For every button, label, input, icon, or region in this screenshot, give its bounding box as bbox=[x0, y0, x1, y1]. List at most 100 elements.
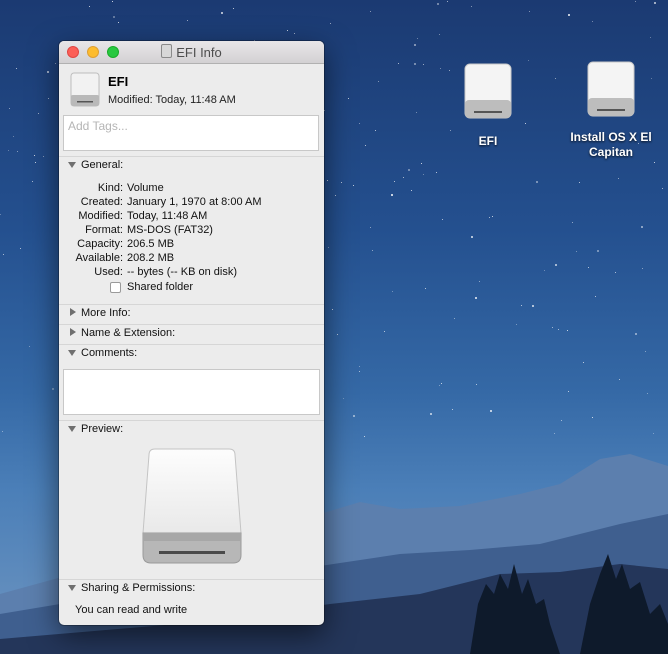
star bbox=[582, 362, 584, 364]
star bbox=[12, 136, 14, 138]
desktop-icon-label: EFI bbox=[478, 134, 498, 148]
star bbox=[335, 195, 337, 197]
star bbox=[614, 272, 616, 274]
star bbox=[579, 182, 581, 184]
row-value: MS-DOS (FAT32) bbox=[127, 224, 213, 236]
item-name: EFI bbox=[108, 74, 129, 89]
preview-label: Preview: bbox=[81, 423, 124, 435]
name-extension-header[interactable]: Name & Extension: bbox=[59, 325, 324, 343]
comments-field[interactable] bbox=[63, 369, 320, 415]
star bbox=[452, 408, 454, 410]
star bbox=[7, 149, 9, 151]
general-row-capacity: Capacity: 206.5 MB bbox=[59, 237, 324, 251]
star bbox=[19, 248, 21, 250]
sharing-label: Sharing & Permissions: bbox=[81, 582, 196, 594]
row-value: 206.5 MB bbox=[127, 238, 175, 250]
star bbox=[662, 187, 664, 189]
star bbox=[370, 10, 372, 12]
star bbox=[54, 63, 56, 65]
star bbox=[470, 6, 472, 8]
general-row-kind: Kind: Volume bbox=[59, 181, 324, 195]
desktop-icon-efi[interactable]: EFI bbox=[438, 62, 538, 148]
section-name-extension: Name & Extension: bbox=[59, 324, 324, 343]
star bbox=[407, 169, 410, 172]
section-comments: Comments: bbox=[59, 344, 324, 363]
title-bar[interactable]: EFI Info bbox=[59, 41, 324, 64]
tags-input[interactable] bbox=[66, 118, 310, 134]
info-window[interactable]: EFI Info EFI Modified: Today, 11:48 AM G… bbox=[59, 41, 324, 625]
star bbox=[37, 112, 39, 114]
star bbox=[491, 216, 493, 218]
star bbox=[358, 122, 360, 124]
star bbox=[567, 13, 570, 16]
star bbox=[352, 414, 355, 417]
star bbox=[490, 409, 493, 412]
disclosure-triangle-open-icon[interactable] bbox=[68, 426, 76, 432]
external-drive-icon bbox=[464, 63, 512, 119]
disclosure-triangle-open-icon[interactable] bbox=[68, 585, 76, 591]
row-key: Kind: bbox=[97, 182, 123, 194]
star bbox=[652, 432, 654, 434]
row-key: Available: bbox=[75, 252, 124, 264]
row-key: Created: bbox=[80, 196, 123, 208]
row-key: Capacity: bbox=[77, 238, 123, 250]
star bbox=[617, 177, 619, 179]
section-more-info: More Info: bbox=[59, 304, 324, 323]
disclosure-triangle-open-icon[interactable] bbox=[68, 162, 76, 168]
star bbox=[112, 16, 115, 19]
star bbox=[441, 382, 443, 384]
star bbox=[425, 288, 427, 290]
star bbox=[330, 22, 331, 24]
star bbox=[646, 393, 648, 395]
section-general: General: bbox=[59, 156, 324, 175]
star bbox=[340, 181, 342, 183]
star bbox=[597, 250, 600, 253]
star bbox=[8, 107, 10, 109]
row-value: Volume bbox=[127, 182, 164, 194]
star bbox=[439, 384, 441, 386]
star bbox=[536, 181, 539, 184]
comments-textarea[interactable] bbox=[64, 370, 319, 414]
star bbox=[358, 365, 360, 367]
section-sharing-permissions: Sharing & Permissions: bbox=[59, 579, 324, 598]
star bbox=[566, 330, 568, 332]
star bbox=[402, 176, 404, 178]
disclosure-triangle-closed-icon[interactable] bbox=[70, 308, 76, 316]
star bbox=[375, 129, 377, 131]
general-header[interactable]: General: bbox=[59, 157, 324, 175]
row-value: 208.2 MB bbox=[127, 252, 175, 264]
star bbox=[437, 3, 440, 6]
star bbox=[0, 214, 2, 216]
star bbox=[365, 145, 367, 147]
star bbox=[413, 43, 416, 46]
general-row-available: Available: 208.2 MB bbox=[59, 251, 324, 265]
star bbox=[47, 97, 49, 99]
star bbox=[422, 64, 424, 66]
star bbox=[111, 1, 113, 3]
general-row-modified: Modified: Today, 11:48 AM bbox=[59, 209, 324, 223]
preview-header[interactable]: Preview: bbox=[59, 421, 324, 439]
star bbox=[554, 264, 557, 267]
desktop-icon-install-os-x[interactable]: Install OS X El Capitan bbox=[561, 60, 661, 160]
window-title: EFI Info bbox=[59, 44, 324, 60]
star bbox=[51, 387, 54, 390]
general-label: General: bbox=[81, 159, 124, 171]
star bbox=[572, 222, 574, 224]
star bbox=[391, 290, 393, 292]
star bbox=[421, 163, 423, 165]
tags-field[interactable] bbox=[63, 115, 319, 151]
shared-folder-checkbox[interactable] bbox=[110, 282, 121, 293]
comments-header[interactable]: Comments: bbox=[59, 345, 324, 363]
disclosure-triangle-closed-icon[interactable] bbox=[70, 328, 76, 336]
more-info-header[interactable]: More Info: bbox=[59, 305, 324, 323]
row-key: Modified: bbox=[78, 210, 123, 222]
disclosure-triangle-open-icon[interactable] bbox=[68, 350, 76, 356]
sharing-header[interactable]: Sharing & Permissions: bbox=[59, 580, 324, 598]
permissions-text: You can read and write bbox=[75, 604, 188, 616]
star bbox=[429, 413, 432, 416]
star bbox=[326, 180, 328, 182]
star bbox=[592, 417, 594, 419]
star bbox=[337, 333, 339, 335]
star bbox=[619, 378, 621, 380]
general-row-format: Format: MS-DOS (FAT32) bbox=[59, 223, 324, 237]
